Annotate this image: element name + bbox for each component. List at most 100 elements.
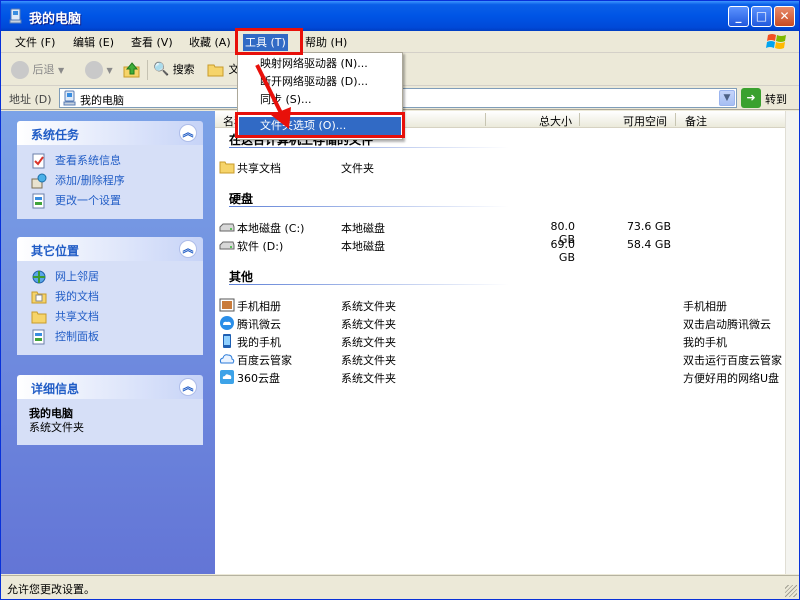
item-type: 系统文件夹 (341, 372, 396, 385)
list-item[interactable]: 360云盘 系统文件夹 方便好用的网络U盘 (215, 368, 785, 386)
menu-view[interactable]: 查看 (V) (129, 34, 175, 51)
window-title: 我的电脑 (29, 12, 82, 27)
go-label: 转到 (765, 93, 787, 106)
item-name: 360云盘 (237, 372, 280, 385)
place-label: 我的文档 (55, 290, 99, 303)
column-divider[interactable] (485, 113, 486, 126)
go-button[interactable]: ➜ 转到 (741, 88, 793, 108)
system-info-icon (32, 153, 45, 169)
explorer-window: 我的电脑 _ □ ✕ 文件 (F) 编辑 (E) 查看 (V) 收藏 (A) 工… (0, 0, 800, 600)
item-total-size: 69.0 GB (550, 238, 576, 264)
group-divider (229, 206, 509, 207)
item-free-space: 58.4 GB (626, 238, 671, 251)
vertical-scrollbar[interactable] (785, 111, 799, 574)
address-dropdown-button[interactable]: ▼ (719, 90, 735, 106)
minimize-button[interactable]: _ (728, 6, 749, 27)
place-network[interactable]: 网上邻居 (29, 267, 193, 287)
column-notes[interactable]: 备注 (685, 113, 707, 129)
item-type: 系统文件夹 (341, 354, 396, 367)
control-panel-icon (32, 193, 45, 209)
item-name: 共享文档 (237, 162, 281, 175)
folders-button[interactable]: 文 (207, 59, 240, 81)
list-item[interactable]: 腾讯微云 系统文件夹 双击启动腾讯微云 (215, 314, 785, 332)
my-computer-icon (9, 8, 22, 24)
collapse-icon[interactable]: ︽ (179, 378, 197, 396)
toolbar-divider (147, 60, 148, 80)
place-control-panel[interactable]: 控制面板 (29, 327, 193, 347)
panel-body: 我的电脑 系统文件夹 (17, 399, 203, 445)
back-arrow-icon (11, 61, 29, 79)
other-places-panel: 其它位置 ︽ 网上邻居 我的文档 共享文档 控制面板 (17, 237, 203, 355)
item-type: 文件夹 (341, 162, 374, 175)
resize-grip[interactable] (785, 585, 797, 597)
list-item[interactable]: 手机相册 系统文件夹 手机相册 (215, 296, 785, 314)
list-item[interactable]: 百度云管家 系统文件夹 双击运行百度云管家 (215, 350, 785, 368)
chevron-down-icon: ▼ (58, 66, 65, 75)
item-note: 我的手机 (683, 336, 727, 349)
close-icon: ✕ (779, 9, 790, 23)
go-arrow-icon: ➜ (741, 88, 761, 108)
tools-menu-highlight (235, 28, 303, 55)
place-shared-documents[interactable]: 共享文档 (29, 307, 193, 327)
details-type: 系统文件夹 (29, 421, 84, 434)
task-add-remove-programs[interactable]: 添加/删除程序 (29, 171, 193, 191)
my-computer-icon (63, 90, 76, 106)
menu-file[interactable]: 文件 (F) (13, 34, 57, 51)
details-panel: 详细信息 ︽ 我的电脑 系统文件夹 (17, 375, 203, 445)
item-free-space: 73.6 GB (626, 220, 671, 233)
menu-favorites[interactable]: 收藏 (A) (187, 34, 233, 51)
folder-icon (219, 161, 235, 174)
details-name: 我的电脑 (29, 407, 73, 420)
collapse-icon[interactable]: ︽ (179, 240, 197, 258)
column-divider[interactable] (675, 113, 676, 126)
list-item[interactable]: 本地磁盘 (C:) 本地磁盘 80.0 GB 73.6 GB (215, 218, 785, 246)
maximize-icon: □ (755, 9, 768, 23)
item-name: 我的手机 (237, 336, 281, 349)
up-folder-icon (123, 62, 140, 78)
column-free-space[interactable]: 可用空间 (623, 113, 667, 129)
item-name: 软件 (D:) (237, 240, 284, 253)
title-bar[interactable]: 我的电脑 _ □ ✕ (1, 1, 799, 31)
back-button[interactable]: 后退 ▼ (11, 59, 64, 81)
panel-header[interactable]: 详细信息 ︽ (17, 375, 203, 399)
menu-edit[interactable]: 编辑 (E) (71, 34, 116, 51)
back-label: 后退 (32, 63, 55, 76)
address-label: 地址 (D) (9, 93, 52, 106)
chevron-down-icon: ▼ (106, 66, 113, 75)
item-name: 手机相册 (237, 300, 281, 313)
status-bar: 允许您更改设置。 (1, 575, 799, 599)
panel-header[interactable]: 系统任务 ︽ (17, 121, 203, 145)
close-button[interactable]: ✕ (774, 6, 795, 27)
menu-help[interactable]: 帮助 (H) (303, 34, 349, 51)
task-view-system-info[interactable]: 查看系统信息 (29, 151, 193, 171)
maximize-button[interactable]: □ (751, 6, 772, 27)
column-total-size[interactable]: 总大小 (539, 113, 572, 129)
my-documents-icon (31, 291, 47, 304)
task-pane: 系统任务 ︽ 查看系统信息 添加/删除程序 更改一个设置 其它位置 ︽ 网上邻居… (1, 111, 215, 574)
item-type: 系统文件夹 (341, 300, 396, 313)
list-item[interactable]: 共享文档 文件夹 (215, 158, 785, 176)
group-divider (229, 147, 509, 148)
panel-title: 系统任务 (31, 128, 80, 142)
collapse-icon[interactable]: ︽ (179, 124, 197, 142)
shared-documents-icon (31, 311, 47, 324)
item-note: 双击启动腾讯微云 (683, 318, 771, 331)
task-label: 更改一个设置 (55, 194, 121, 207)
list-item[interactable]: 我的手机 系统文件夹 我的手机 (215, 332, 785, 350)
place-my-documents[interactable]: 我的文档 (29, 287, 193, 307)
task-change-setting[interactable]: 更改一个设置 (29, 191, 193, 211)
column-divider[interactable] (579, 113, 580, 126)
network-places-icon (32, 270, 46, 284)
panel-header[interactable]: 其它位置 ︽ (17, 237, 203, 261)
cloud-drive-icon (220, 370, 234, 384)
phone-icon (223, 334, 231, 348)
windows-logo-icon (766, 34, 786, 49)
status-text: 允许您更改设置。 (7, 583, 95, 596)
hard-drive-icon (219, 241, 235, 250)
item-note: 双击运行百度云管家 (683, 354, 782, 367)
chevron-down-icon: ▼ (723, 93, 731, 103)
list-item[interactable]: 软件 (D:) 本地磁盘 69.0 GB 58.4 GB (215, 236, 785, 264)
search-button[interactable]: 🔍 搜索 (153, 59, 195, 81)
up-folder-button[interactable] (123, 59, 141, 81)
forward-button[interactable]: ▼ (85, 59, 113, 81)
